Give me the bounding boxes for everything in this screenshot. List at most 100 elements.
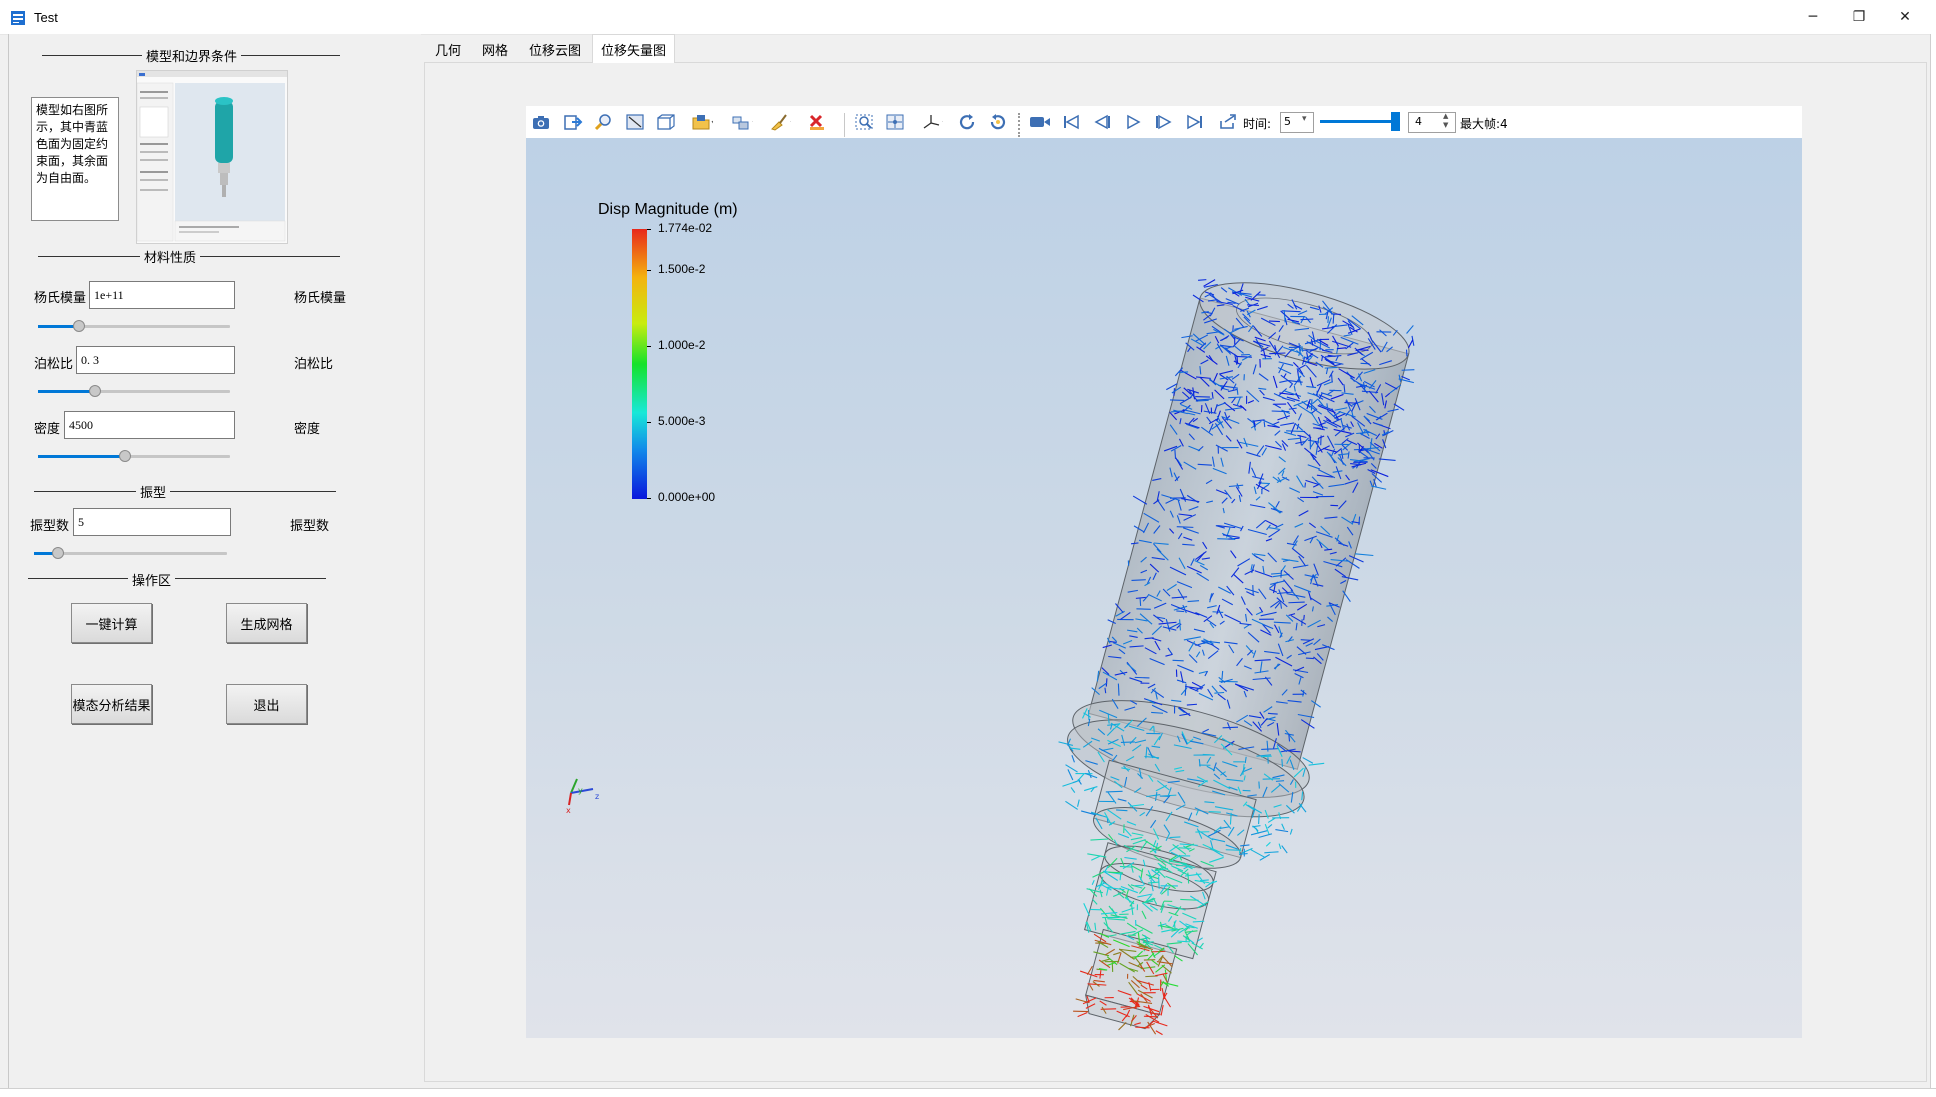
youngs-modulus-right-label: 杨氏模量 xyxy=(294,291,347,306)
spin-arrows-icon[interactable]: ▲ ▼ xyxy=(1443,112,1448,130)
filter-dropdown-icon[interactable] xyxy=(731,111,753,133)
export-icon[interactable] xyxy=(562,111,584,133)
model-render xyxy=(568,279,1415,1036)
slider-fill xyxy=(38,390,94,393)
record-camera-icon[interactable] xyxy=(1028,111,1050,133)
fit-view-icon[interactable] xyxy=(624,111,646,133)
time-select[interactable]: 5 ▾ xyxy=(1280,112,1314,133)
poisson-ratio-input[interactable] xyxy=(76,346,235,374)
zoom-box-icon[interactable] xyxy=(853,111,875,133)
displacement-vector xyxy=(1065,764,1078,773)
displacement-vector xyxy=(1308,762,1325,766)
displacement-vector xyxy=(1407,339,1414,349)
legend-title: Disp Magnitude (m) xyxy=(598,201,738,218)
open-folder-icon[interactable] xyxy=(691,111,713,133)
displacement-vector xyxy=(1406,325,1414,334)
displacement-vector xyxy=(1250,849,1266,859)
youngs-modulus-label: 杨氏模量 xyxy=(34,291,87,306)
tab-geometry[interactable]: 几何 xyxy=(426,36,470,63)
restore-button[interactable]: ❐ xyxy=(1836,0,1882,34)
legend-tick-1: 1.500e-2 xyxy=(658,262,706,276)
zoom-icon[interactable] xyxy=(593,111,615,133)
tick-mark xyxy=(647,270,651,271)
delete-icon[interactable] xyxy=(807,111,829,133)
render-viewport[interactable] xyxy=(526,138,1802,1038)
displacement-vector xyxy=(1281,823,1285,831)
brush-clear-icon[interactable] xyxy=(769,111,791,133)
bounding-box-icon[interactable] xyxy=(655,111,677,133)
play-icon[interactable] xyxy=(1122,111,1144,133)
generate-mesh-button[interactable]: 生成网格 xyxy=(226,603,307,643)
slider-fill xyxy=(38,455,125,458)
tab-mesh[interactable]: 网格 xyxy=(472,36,518,63)
displacement-vector xyxy=(1275,828,1289,833)
legend-tick-max: 1.774e-02 xyxy=(658,221,713,235)
axis-x-label: x xyxy=(566,806,571,815)
displacement-vector xyxy=(1281,845,1288,854)
youngs-modulus-slider[interactable] xyxy=(38,320,230,332)
section-rule xyxy=(28,578,326,579)
exit-button[interactable]: 退出 xyxy=(226,684,307,724)
slider-thumb[interactable] xyxy=(88,385,101,397)
previous-frame-icon[interactable] xyxy=(1091,111,1113,133)
tick-mark xyxy=(647,346,651,347)
displacement-vector xyxy=(1062,780,1078,787)
displacement-vector xyxy=(1065,800,1078,810)
youngs-modulus-input[interactable] xyxy=(89,281,235,309)
loop-icon[interactable] xyxy=(1217,111,1239,133)
pick-center-icon[interactable] xyxy=(884,111,906,133)
density-slider[interactable] xyxy=(38,450,230,462)
rotate-ccw-icon[interactable] xyxy=(987,111,1009,133)
poisson-ratio-slider[interactable] xyxy=(38,385,230,397)
axis-y-label: y xyxy=(578,786,583,795)
mode-count-slider[interactable] xyxy=(34,547,227,559)
last-frame-icon[interactable] xyxy=(1184,111,1206,133)
toolbar-separator xyxy=(1018,113,1021,137)
displacement-vector xyxy=(1264,851,1279,854)
section-title-material: 材料性质 xyxy=(140,247,201,266)
slider-fill xyxy=(1320,120,1398,123)
model-description: 模型如右图所示，其中青蓝色面为固定约束面，其余面为自由面。 xyxy=(31,97,119,221)
chevron-down-icon: ▾ xyxy=(1302,114,1307,124)
section-rule xyxy=(34,491,336,492)
next-frame-icon[interactable] xyxy=(1153,111,1175,133)
first-frame-icon[interactable] xyxy=(1060,111,1082,133)
title-bar: Test ─ ❐ ✕ xyxy=(0,0,1936,35)
displacement-vector xyxy=(1153,1020,1168,1027)
slider-fill xyxy=(38,325,79,328)
tab-displacement-contour[interactable]: 位移云图 xyxy=(520,36,590,63)
tick-mark xyxy=(647,229,651,230)
displacement-vector xyxy=(1267,824,1273,829)
model-preview-image xyxy=(136,70,288,244)
displacement-vector xyxy=(1289,828,1293,835)
displacement-vector xyxy=(1265,841,1271,847)
camera-snapshot-icon[interactable] xyxy=(530,111,552,133)
minimize-button[interactable]: ─ xyxy=(1790,0,1836,34)
frame-spinbox-value: 4 xyxy=(1415,115,1422,128)
window-title: Test xyxy=(34,10,58,25)
rotate-cw-icon[interactable] xyxy=(956,111,978,133)
mode-count-input[interactable] xyxy=(73,508,231,536)
poisson-ratio-label: 泊松比 xyxy=(34,357,74,372)
frame-spinbox[interactable]: 4 ▲ ▼ xyxy=(1408,112,1456,133)
toolbar-separator xyxy=(844,113,845,137)
close-button[interactable]: ✕ xyxy=(1882,0,1928,34)
slider-thumb[interactable] xyxy=(1391,112,1400,131)
density-label: 密度 xyxy=(34,422,61,437)
displacement-vector xyxy=(1198,279,1207,281)
density-input[interactable] xyxy=(64,411,235,439)
max-frame-label: 最大帧:4 xyxy=(1460,117,1508,131)
tab-displacement-vector[interactable]: 位移矢量图 xyxy=(592,34,675,63)
legend-tick-min: 0.000e+00 xyxy=(658,490,716,504)
density-right-label: 密度 xyxy=(294,422,321,437)
section-title-model: 模型和边界条件 xyxy=(142,46,242,65)
axes-orientation-icon[interactable] xyxy=(921,111,943,133)
compute-button[interactable]: 一键计算 xyxy=(71,603,152,643)
frame-slider[interactable] xyxy=(1320,112,1400,131)
displacement-vector xyxy=(1070,787,1076,793)
mesh-body xyxy=(1058,279,1415,1036)
color-scale-bar xyxy=(632,229,647,499)
time-label: 时间: xyxy=(1243,117,1272,131)
legend-tick-3: 5.000e-3 xyxy=(658,414,706,428)
modal-result-button[interactable]: 模态分析结果 xyxy=(71,684,152,724)
